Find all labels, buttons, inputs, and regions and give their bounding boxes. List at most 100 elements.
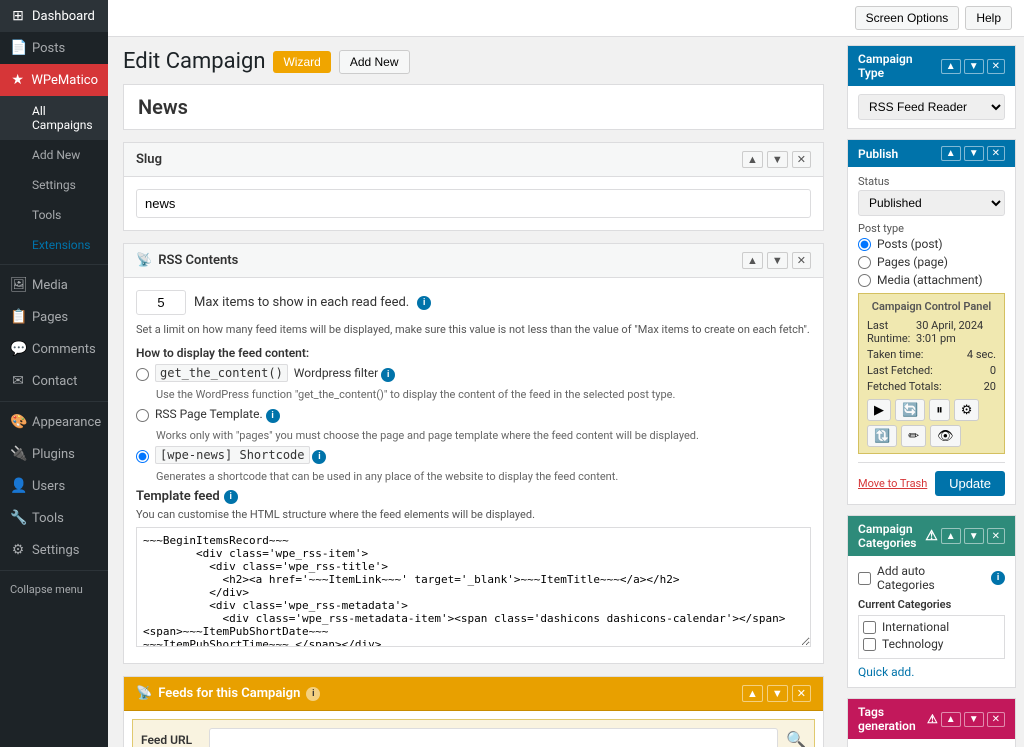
sidebar-item-label: Dashboard — [32, 9, 95, 24]
sidebar-item-tools2[interactable]: 🔧 Tools — [0, 502, 108, 534]
sidebar-item-contact[interactable]: ✉ Contact — [0, 365, 108, 397]
template-textarea[interactable]: ~~~BeginItemsRecord~~~ <div class='wpe_r… — [136, 527, 811, 647]
radio-rss-page-input[interactable] — [136, 409, 149, 422]
campaign-type-up[interactable]: ▲ — [941, 59, 961, 74]
max-items-input[interactable] — [136, 290, 186, 315]
sidebar-divider — [0, 264, 108, 265]
post-type-media-radio[interactable] — [858, 274, 871, 287]
feeds-close[interactable]: ✕ — [792, 685, 811, 702]
auto-categories-checkbox[interactable] — [858, 572, 871, 585]
collapse-menu[interactable]: Collapse menu — [0, 575, 108, 604]
sidebar-item-comments[interactable]: 💬 Comments — [0, 333, 108, 365]
post-type-posts-radio[interactable] — [858, 238, 871, 251]
quick-add-link[interactable]: Quick add. — [858, 665, 914, 679]
cp-settings-btn[interactable]: ⚙ — [954, 399, 980, 421]
radio-shortcode-input[interactable] — [136, 450, 149, 463]
cp-edit-btn[interactable]: ✏ — [901, 425, 926, 447]
feed-url-input[interactable] — [209, 728, 778, 747]
trash-link[interactable]: Move to Trash — [858, 477, 927, 490]
rss-collapse-down[interactable]: ▼ — [767, 252, 788, 269]
template-label: Template feed i — [136, 489, 811, 504]
rss-close[interactable]: ✕ — [792, 252, 811, 269]
radio-get-content-input[interactable] — [136, 368, 149, 381]
cp-fetched-totals: Fetched Totals: 20 — [867, 380, 996, 393]
sidebar-item-wpematico[interactable]: ★ WPeMatico — [0, 64, 108, 96]
cp-pause-btn[interactable]: ⏸ — [929, 399, 950, 421]
cat-international-checkbox[interactable] — [863, 621, 876, 634]
campaign-type-panel: Campaign Type ▲ ▼ ✕ RSS Feed Reader — [847, 45, 1016, 129]
pages-icon: 📋 — [10, 309, 26, 325]
categories-close[interactable]: ✕ — [987, 528, 1005, 544]
update-btn[interactable]: Update — [935, 471, 1005, 496]
help-btn[interactable]: Help — [965, 6, 1012, 30]
cp-refresh-btn[interactable]: 🔄 — [895, 399, 925, 421]
auto-categories-label: Add auto Categories — [877, 564, 985, 592]
cp-sync-btn[interactable]: 🔃 — [867, 425, 897, 447]
cat-technology-checkbox[interactable] — [863, 638, 876, 651]
sidebar-item-label: WPeMatico — [31, 73, 98, 88]
feeds-collapse-up[interactable]: ▲ — [742, 685, 763, 702]
post-type-pages-radio[interactable] — [858, 256, 871, 269]
feeds-panel-header: 📡 Feeds for this Campaign i ▲ ▼ ✕ — [124, 677, 823, 711]
radio-rss-page[interactable]: RSS Page Template. i — [136, 407, 811, 423]
cp-eye-btn[interactable]: 👁 — [930, 425, 961, 447]
sidebar-item-tools[interactable]: Tools — [0, 200, 108, 230]
feed-url-row: Feed URL 🔍 — [132, 719, 815, 747]
categories-down[interactable]: ▼ — [964, 528, 984, 544]
content-area: Edit Campaign Wizard Add New News Slug ▲… — [108, 37, 839, 747]
sidebar-item-plugins[interactable]: 🔌 Plugins — [0, 438, 108, 470]
sidebar-item-settings[interactable]: Settings — [0, 170, 108, 200]
slug-panel-body — [124, 177, 823, 230]
sidebar-item-settings2[interactable]: ⚙ Settings — [0, 534, 108, 566]
sidebar-item-posts[interactable]: 📄 Posts — [0, 32, 108, 64]
sidebar-item-appearance[interactable]: 🎨 Appearance — [0, 406, 108, 438]
rss-panel-title: 📡 RSS Contents — [136, 253, 238, 268]
feed-search-btn[interactable]: 🔍 — [786, 730, 806, 747]
radio-shortcode[interactable]: [wpe-news] Shortcode i — [136, 448, 811, 464]
post-type-posts-label: Posts (post) — [877, 237, 943, 251]
slug-collapse-down[interactable]: ▼ — [767, 151, 788, 168]
sidebar-item-dashboard[interactable]: ⊞ Dashboard — [0, 0, 108, 32]
slug-close[interactable]: ✕ — [792, 151, 811, 168]
sidebar-item-pages[interactable]: 📋 Pages — [0, 301, 108, 333]
tags-up[interactable]: ▲ — [941, 712, 961, 727]
tags-close[interactable]: ✕ — [987, 712, 1005, 727]
feeds-collapse-down[interactable]: ▼ — [767, 685, 788, 702]
campaign-control-panel: Campaign Control Panel Last Runtime: 30 … — [858, 293, 1005, 454]
template-info[interactable]: i — [224, 490, 238, 504]
sidebar-item-users[interactable]: 👤 Users — [0, 470, 108, 502]
status-select[interactable]: Published — [858, 190, 1005, 216]
publish-down[interactable]: ▼ — [964, 146, 984, 161]
screen-options-btn[interactable]: Screen Options — [855, 6, 960, 30]
rss-collapse-up[interactable]: ▲ — [742, 252, 763, 269]
sidebar-item-all-campaigns[interactable]: All Campaigns — [0, 96, 108, 140]
add-new-button[interactable]: Add New — [339, 50, 410, 74]
campaign-type-select[interactable]: RSS Feed Reader — [858, 94, 1005, 120]
campaign-type-close[interactable]: ✕ — [987, 59, 1005, 74]
campaign-type-controls: ▲ ▼ ✕ — [941, 59, 1005, 74]
slug-collapse-up[interactable]: ▲ — [742, 151, 763, 168]
shortcode-desc: Generates a shortcode that can be used i… — [156, 470, 811, 483]
tags-warning: ⚠ — [927, 712, 938, 727]
max-items-info[interactable]: i — [417, 296, 431, 310]
feeds-info[interactable]: i — [306, 687, 320, 701]
auto-categories-info[interactable]: i — [991, 571, 1005, 585]
feeds-panel-body: Feed URL 🔍 https://example.com/feed 👁 ✏ … — [124, 711, 823, 747]
sidebar-item-media[interactable]: 🖼 Media — [0, 269, 108, 301]
categories-up[interactable]: ▲ — [941, 528, 961, 544]
post-type-label: Post type — [858, 222, 1005, 235]
publish-close[interactable]: ✕ — [987, 146, 1005, 161]
tags-down[interactable]: ▼ — [964, 712, 984, 727]
sidebar-item-add-new[interactable]: Add New — [0, 140, 108, 170]
publish-panel: Publish ▲ ▼ ✕ Status Published — [847, 139, 1016, 505]
wizard-button[interactable]: Wizard — [273, 51, 330, 73]
cp-play-btn[interactable]: ▶ — [867, 399, 891, 421]
sidebar-item-extensions[interactable]: Extensions — [0, 230, 108, 260]
cat-item-international: International — [863, 620, 1000, 634]
slug-input[interactable] — [136, 189, 811, 218]
publish-up[interactable]: ▲ — [941, 146, 961, 161]
rss-panel: 📡 RSS Contents ▲ ▼ ✕ Max items to show i… — [123, 243, 824, 664]
dashboard-icon: ⊞ — [10, 8, 26, 24]
radio-get-content[interactable]: get_the_content() Wordpress filter i — [136, 366, 811, 382]
campaign-type-down[interactable]: ▼ — [964, 59, 984, 74]
